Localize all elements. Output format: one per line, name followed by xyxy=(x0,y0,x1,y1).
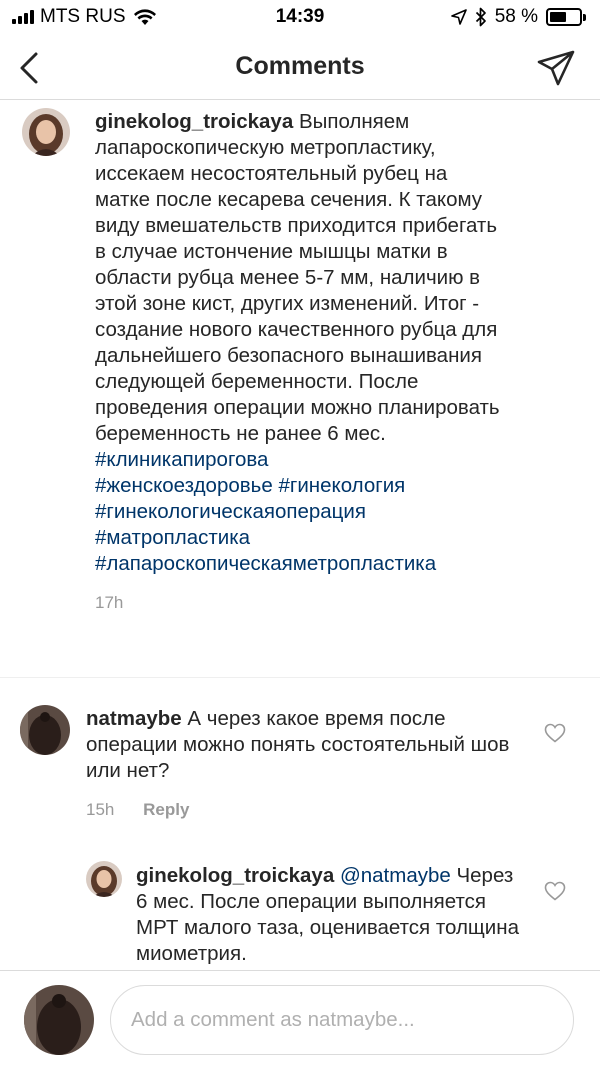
bluetooth-icon xyxy=(475,7,486,27)
reply-item: ginekolog_troickaya @natmaybe Через 6 ме… xyxy=(136,863,526,967)
caption-time: 17h xyxy=(95,593,124,612)
page-title: Comments xyxy=(235,52,365,80)
commenter-avatar[interactable] xyxy=(20,705,70,755)
reply-button[interactable]: Reply xyxy=(143,800,189,819)
comment-input[interactable]: Add a comment as natmaybe... xyxy=(110,985,574,1055)
heart-outline-icon[interactable] xyxy=(544,881,566,901)
caption-username[interactable]: ginekolog_troickaya xyxy=(95,110,293,133)
hashtag-link[interactable]: #клиникапирогова xyxy=(95,448,268,471)
hashtag-link[interactable]: #гинекологическаяоперация xyxy=(95,500,366,523)
status-bar: MTS RUS 14:39 58 % xyxy=(0,0,600,34)
hashtag-link[interactable]: #гинекология xyxy=(278,474,405,497)
caption-meta: 17h xyxy=(95,593,505,613)
caption-text: ginekolog_troickaya Выполняем лапароскоп… xyxy=(95,109,505,577)
reply-text: ginekolog_troickaya @natmaybe Через 6 ме… xyxy=(136,863,526,967)
comment-text: natmaybe А через какое время после опера… xyxy=(86,706,511,784)
paper-plane-icon[interactable] xyxy=(536,48,576,88)
reply-author-avatar[interactable] xyxy=(86,861,122,897)
comment-time: 15h xyxy=(86,800,115,819)
comment-composer: Add a comment as natmaybe... xyxy=(0,970,600,1066)
battery-icon xyxy=(546,8,586,26)
comment-item: natmaybe А через какое время после опера… xyxy=(86,706,511,820)
heart-outline-icon[interactable] xyxy=(544,723,566,743)
comment-meta: 15h Reply xyxy=(86,800,511,820)
caption-comment: ginekolog_troickaya Выполняем лапароскоп… xyxy=(95,109,505,613)
divider xyxy=(0,677,600,678)
author-avatar[interactable] xyxy=(22,108,70,156)
status-right: 58 % xyxy=(450,6,586,28)
current-user-avatar xyxy=(24,985,94,1055)
hashtag-link[interactable]: #лапароскопическаяметропластика xyxy=(95,552,436,575)
comment-username[interactable]: natmaybe xyxy=(86,707,182,730)
location-arrow-icon xyxy=(450,9,467,25)
caption-body: Выполняем лапароскопическую метропластик… xyxy=(95,110,500,445)
reply-username[interactable]: ginekolog_troickaya xyxy=(136,864,334,887)
hashtag-link[interactable]: #матропластика xyxy=(95,526,250,549)
battery-percent: 58 % xyxy=(494,6,538,27)
hashtag-link[interactable]: #женскоездоровье xyxy=(95,474,273,497)
nav-bar: Comments xyxy=(0,34,600,100)
mention-link[interactable]: @natmaybe xyxy=(340,864,451,887)
comment-input-placeholder: Add a comment as natmaybe... xyxy=(131,1008,415,1031)
comments-list[interactable]: ginekolog_troickaya Выполняем лапароскоп… xyxy=(0,101,600,970)
